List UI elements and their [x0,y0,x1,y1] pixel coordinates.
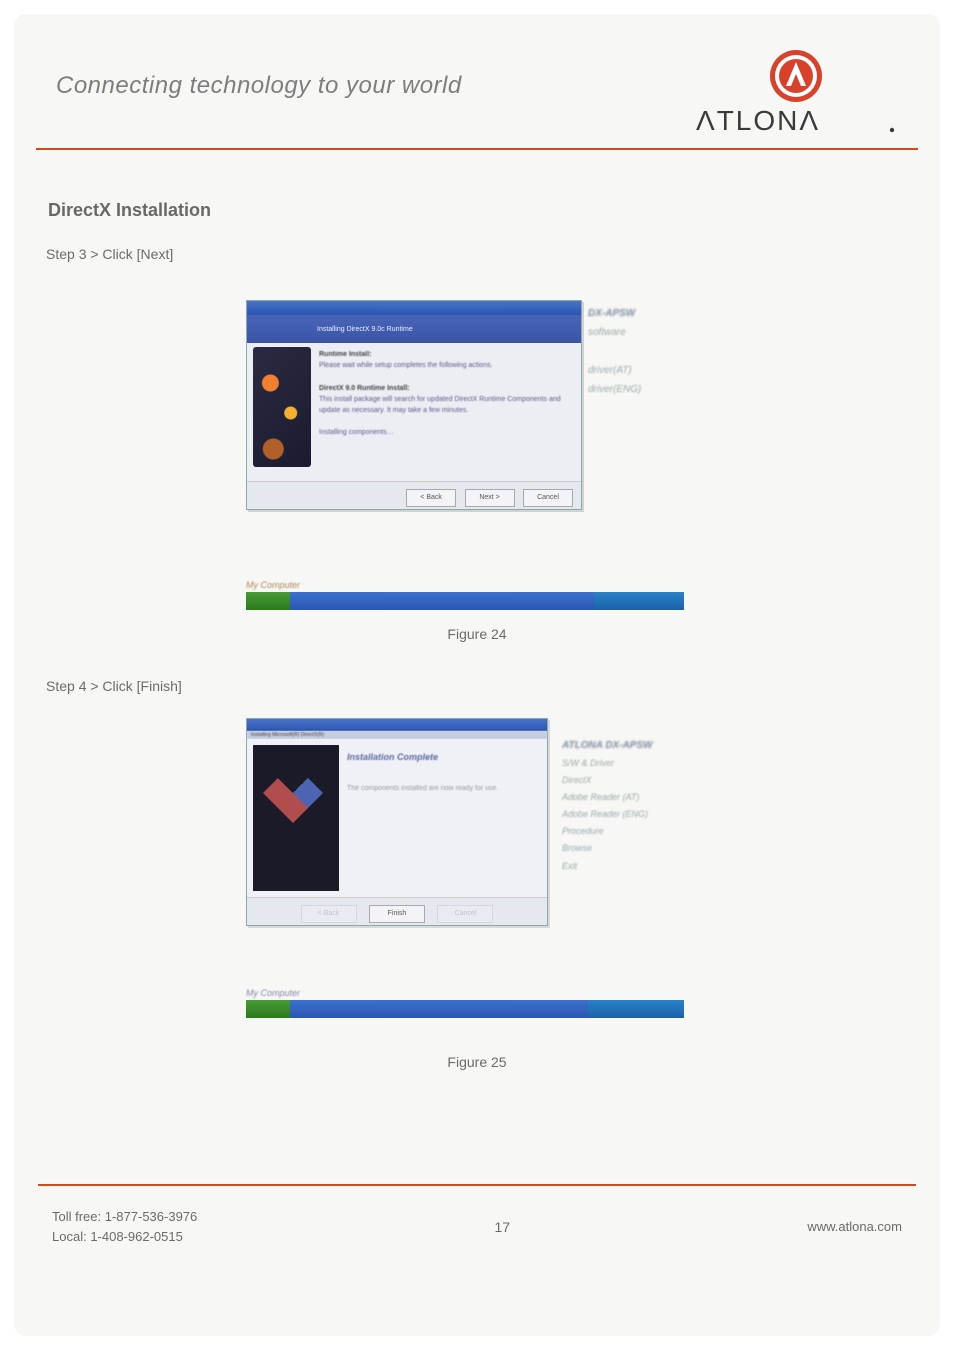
directx-wizard-window: Installing DirectX 9.0c Runtime Runtime … [246,300,582,510]
figure-24: Installing DirectX 9.0c Runtime Runtime … [246,300,688,610]
step-4-text: Step 4 > Click [Finish] [46,678,182,694]
content-header-1: Runtime Install: [319,349,575,360]
menu-item: driver(ENG) [588,380,688,399]
system-tray [588,1000,684,1018]
next-button[interactable]: Next > [465,489,515,507]
back-button-disabled: < Back [301,905,357,923]
menu-item: software [588,323,688,342]
installer-menu: DX-APSW software driver(AT) driver(ENG) [588,304,688,399]
menu-title: DX-APSW [588,304,688,323]
figure-24-caption: Figure 24 [14,626,940,642]
footer-divider [38,1184,916,1186]
local-number: 1-408-962-0515 [90,1229,183,1244]
wizard-banner: Installing DirectX 9.0c Runtime [247,315,581,343]
wizard-button-row: < Back Finish Cancel [247,897,547,925]
back-button[interactable]: < Back [406,489,456,507]
header-divider [36,148,918,150]
window-titlebar [247,301,581,315]
installer-menu: ATLONA DX-APSW S/W & Driver DirectX Adob… [562,736,688,875]
menu-item: Procedure [562,823,688,840]
menu-item: driver(AT) [588,361,688,380]
wizard-button-row: < Back Next > Cancel [247,481,581,509]
figure-25: Installing Microsoft(R) DirectX(R) Insta… [246,718,688,1018]
complete-header: Installation Complete [347,749,539,765]
wizard-side-graphic [253,347,311,467]
directx-finish-window: Installing Microsoft(R) DirectX(R) Insta… [246,718,548,926]
page-number: 17 [495,1219,511,1235]
wizard-side-graphic [253,745,339,891]
menu-item: Adobe Reader (ENG) [562,806,688,823]
brand-logo: ΛTLONΛ [696,48,896,143]
atlona-logo-icon [768,48,824,104]
menu-item: Adobe Reader (AT) [562,789,688,806]
finish-button[interactable]: Finish [369,905,425,923]
cancel-button-disabled: Cancel [437,905,493,923]
menu-item: ATLONA DX-APSW [562,736,688,755]
tollfree-number: 1-877-536-3976 [105,1209,198,1224]
menu-item: Browse [562,840,688,857]
tollfree-label: Toll free: [52,1209,105,1224]
system-tray [594,592,684,610]
brand-wordmark: ΛTLONΛ [696,106,896,143]
cancel-button[interactable]: Cancel [523,489,573,507]
wizard-content: Runtime Install: Please wait while setup… [319,349,575,439]
content-line-3: Installing components… [319,427,575,438]
windows-taskbar [246,592,684,610]
complete-body: The components installed are now ready f… [347,783,539,796]
window-titlebar [247,719,547,731]
content-line-1: Please wait while setup completes the fo… [319,360,575,371]
windows-taskbar [246,1000,684,1018]
menu-item: Exit [562,858,688,875]
menu-item: DirectX [562,772,688,789]
footer-contact: Toll free: 1-877-536-3976 Local: 1-408-9… [52,1207,197,1246]
start-button[interactable] [246,1000,290,1018]
footer-url: www.atlona.com [807,1219,902,1234]
page-footer: Toll free: 1-877-536-3976 Local: 1-408-9… [52,1207,902,1246]
section-title: DirectX Installation [48,200,211,221]
content-header-2: DirectX 9.0 Runtime Install: [319,383,575,394]
svg-text:ΛTLONΛ: ΛTLONΛ [696,106,820,136]
content-line-2: This install package will search for upd… [319,394,575,416]
menu-item: S/W & Driver [562,755,688,772]
local-label: Local: [52,1229,90,1244]
window-subtitle: Installing Microsoft(R) DirectX(R) [247,731,547,739]
figure-25-caption: Figure 25 [14,1054,940,1070]
desktop-icon-label: My Computer [246,580,688,590]
header-tagline: Connecting technology to your world [56,72,462,100]
step-3-text: Step 3 > Click [Next] [46,246,173,262]
wizard-content: Installation Complete The components ins… [347,749,539,796]
desktop-icon-label: My Computer [246,988,688,998]
start-button[interactable] [246,592,290,610]
